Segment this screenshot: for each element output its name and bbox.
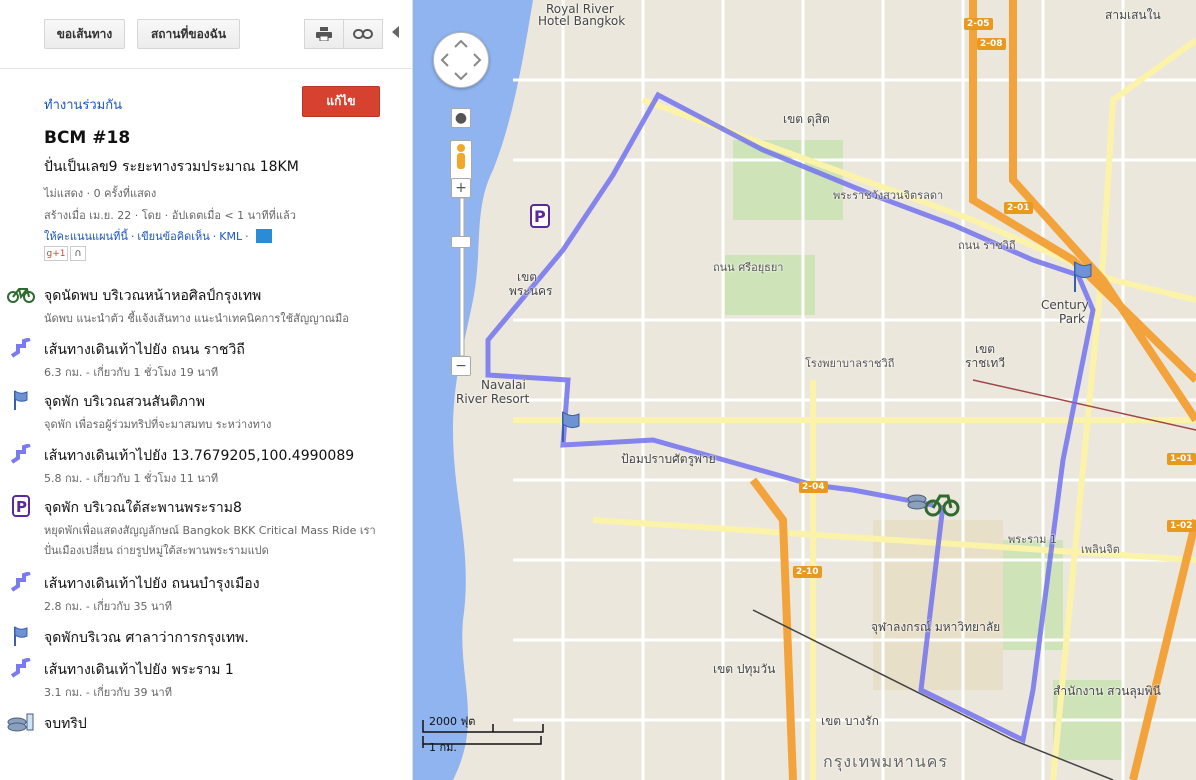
item-title[interactable]: จุดนัดพบ บริเวณหน้าหอศิลป์กรุงเทพ xyxy=(44,285,261,307)
link-button[interactable] xyxy=(343,19,383,49)
map-label: Hotel Bangkok xyxy=(538,14,626,28)
item-description: 6.3 กม. - เกี่ยวกับ 1 ชั่วโมง 19 นาที xyxy=(44,366,219,379)
item-description: หยุดพักเพื่อแสดงสัญญลักษณ์ Bangkok BKK C… xyxy=(44,524,376,537)
kml-link[interactable]: KML xyxy=(219,230,242,243)
zoom-in-button[interactable]: + xyxy=(451,178,471,198)
road-label: ถนน ราชวิถี xyxy=(958,239,1016,252)
map-label: เขต ปทุมวัน xyxy=(713,662,776,676)
map-title: BCM #18 xyxy=(44,128,131,148)
item-title[interactable]: จุดพัก บริเวณใต้สะพานพระราม8 xyxy=(44,497,242,519)
map-label: ราชเทวี xyxy=(965,356,1006,370)
link-icon xyxy=(353,29,373,39)
share-icon[interactable]: ∩ xyxy=(70,246,86,261)
route-icon xyxy=(6,337,36,359)
road-label: พระราม 1 xyxy=(1008,533,1057,546)
directions-button[interactable]: ขอเส้นทาง xyxy=(44,19,125,49)
zoom-slider-handle[interactable] xyxy=(451,236,471,248)
comment-link[interactable]: เขียนข้อคิดเห็น xyxy=(137,227,209,245)
zoom-out-button[interactable]: − xyxy=(451,356,471,376)
road-label: เพลินจิต xyxy=(1081,543,1120,556)
map-label: Park xyxy=(1059,312,1085,326)
map-label: ป้อมปราบศัตรูพ่าย xyxy=(621,452,716,466)
collapse-panel-icon[interactable] xyxy=(392,26,399,38)
print-button[interactable] xyxy=(304,19,344,49)
expressway-shield: 2-01 xyxy=(1004,202,1033,214)
sidebar-toolbar: ขอเส้นทาง สถานที่ของฉัน xyxy=(0,0,412,69)
route-icon xyxy=(6,657,36,679)
social-buttons: g+1 ∩ xyxy=(44,246,86,261)
svg-text:P: P xyxy=(534,207,546,226)
map-links: ให้คะแนนแผนที่นี้ · เขียนข้อคิดเห็น · KML · xyxy=(44,227,272,245)
expressway-shield: 2-04 xyxy=(799,481,828,493)
map-description: ปั่นเป็นเลข9 ระยะทางรวมประมาณ 18KM xyxy=(44,159,299,175)
item-title[interactable]: เส้นทางเดินเท้าไปยัง 13.7679205,100.4990… xyxy=(44,445,354,467)
map-label: สำนักงาน สวนลุมพินี xyxy=(1053,684,1161,698)
expressway-shield: 1-01 xyxy=(1167,453,1196,465)
item-description: นัดพบ แนะนำตัว ชี้แจ้งเส้นทาง แนะนำเทคนิ… xyxy=(44,312,349,325)
item-title[interactable]: จุดพัก บริเวณสวนสันติภาพ xyxy=(44,391,205,413)
item-title[interactable]: จบทริป xyxy=(44,713,87,735)
item-title[interactable]: เส้นทางเดินเท้าไปยัง ถนนบำรุงเมือง xyxy=(44,573,260,595)
map-label: จุฬาลงกรณ์ มหาวิทยาลัย xyxy=(871,620,1001,634)
map-label: โรงพยาบาลราชวิถี xyxy=(805,357,895,370)
parking-icon: P xyxy=(6,495,36,517)
item-title[interactable]: เส้นทางเดินเท้าไปยัง ถนน ราชวิถี xyxy=(44,339,245,361)
map-label: กรุงเทพมหานคร xyxy=(823,752,948,771)
map-label: พระนคร xyxy=(509,284,553,298)
edit-button[interactable]: แก้ไข xyxy=(302,86,380,117)
item-description: จุดพัก เพื่อรอผู้ร่วมทริปที่จะมาสมทบ ระห… xyxy=(44,418,272,431)
street-view-pegman[interactable] xyxy=(450,140,472,180)
finish-marker[interactable] xyxy=(907,494,927,510)
item-description: 2.8 กม. - เกี่ยวกับ 35 นาที xyxy=(44,600,172,613)
map-canvas[interactable]: P Royal River Hotel Bangkok สามเสนใน เขต… xyxy=(413,0,1196,780)
map-label: พระราชวังสวนจิตรลดา xyxy=(833,189,944,202)
bicycle-icon xyxy=(6,283,36,305)
expressway-shield: 2-10 xyxy=(793,566,822,578)
park-area xyxy=(1003,540,1063,650)
collaborate-link[interactable]: ทำงานร่วมกัน xyxy=(44,94,122,115)
minor-roads xyxy=(513,0,1196,780)
parking-marker[interactable]: P xyxy=(530,204,550,228)
map-label: Navalai xyxy=(481,378,526,392)
print-icon xyxy=(316,27,332,41)
item-description: 5.8 กม. - เกี่ยวกับ 1 ชั่วโมง 11 นาที xyxy=(44,472,219,485)
road-label: ถนน ศรีอยุธยา xyxy=(713,261,784,274)
sidebar-panel: ขอเส้นทาง สถานที่ของฉัน ทำงานร่วมกัน แก้… xyxy=(0,0,413,780)
view-count: ไม่แสดง · 0 ครั้งที่แสดง xyxy=(44,187,157,200)
expressway-shield: 1-02 xyxy=(1167,520,1196,532)
gplus-button[interactable]: g+1 xyxy=(44,246,68,261)
map-label: Century xyxy=(1041,298,1089,312)
flag-icon xyxy=(6,625,36,647)
my-places-button[interactable]: สถานที่ของฉัน xyxy=(137,19,240,49)
finish-icon xyxy=(6,711,36,733)
pegman-icon xyxy=(457,144,465,169)
pan-control[interactable] xyxy=(433,32,489,88)
route-icon xyxy=(6,571,36,593)
item-description-2: ปั่นเมืองเปลี่ยน ถ่ายรูปหมู่ใต้สะพานพระร… xyxy=(44,544,269,557)
svg-text:P: P xyxy=(16,498,27,516)
route-icon xyxy=(6,443,36,465)
scale-feet: 2000 ฟุต xyxy=(429,715,476,728)
earth-icon[interactable] xyxy=(255,229,272,243)
my-location-button[interactable]: ● xyxy=(451,108,471,128)
major-roads xyxy=(513,37,1196,780)
expressway-shield: 2-08 xyxy=(977,38,1006,50)
flag-icon xyxy=(6,389,36,411)
item-description: 3.1 กม. - เกี่ยวกับ 39 นาที xyxy=(44,686,172,699)
map-label: เขต ดุสิต xyxy=(783,112,830,126)
scale-km: 1 กม. xyxy=(429,741,457,754)
item-title[interactable]: จุดพักบริเวณ ศาลาว่าการกรุงเทพ. xyxy=(44,627,249,649)
item-title[interactable]: เส้นทางเดินเท้าไปยัง พระราม 1 xyxy=(44,659,234,681)
map-label: สามเสนใน xyxy=(1105,8,1161,22)
expressway-shield: 2-05 xyxy=(964,18,993,30)
created-info: สร้างเมื่อ เม.ย. 22 · โดย · อัปเดตเมื่อ … xyxy=(44,209,296,222)
rate-link[interactable]: ให้คะแนนแผนที่นี้ xyxy=(44,227,128,245)
map-label: เขต บางรัก xyxy=(821,714,879,728)
pan-arrows-icon xyxy=(440,39,482,81)
dot-icon: ● xyxy=(454,110,468,126)
